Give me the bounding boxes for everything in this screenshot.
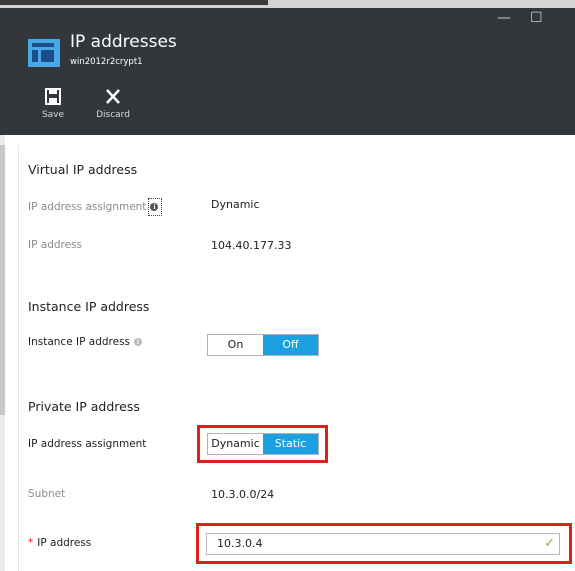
instance-ip-row: Instance IP address i: [28, 336, 143, 348]
maximize-icon[interactable]: ☐: [530, 10, 543, 26]
page-title: IP addresses: [70, 32, 177, 52]
virtual-ip-assignment-value: Dynamic: [211, 198, 260, 211]
private-ip-address-label: IP address: [37, 537, 92, 549]
private-ip-address-row: * IP address: [28, 537, 91, 549]
discard-button[interactable]: Discard: [90, 88, 136, 120]
scrollbar[interactable]: [0, 135, 5, 571]
blade-icon-left-panel: [32, 50, 38, 62]
virtual-ip-address-label: IP address: [28, 239, 83, 251]
top-strip: [0, 0, 575, 8]
virtual-ip-assignment-row: IP address assignment i: [28, 198, 163, 216]
save-label: Save: [41, 110, 65, 120]
blade-icon-top-panel: [32, 43, 54, 47]
scrollbar-thumb[interactable]: [0, 145, 5, 415]
instance-ip-section-title: Instance IP address: [28, 299, 150, 314]
instance-ip-toggle[interactable]: On Off: [207, 334, 319, 356]
instance-ip-label: Instance IP address: [28, 336, 131, 348]
instance-ip-on-option[interactable]: On: [208, 335, 263, 355]
content-divider: [18, 145, 19, 571]
info-icon-focus[interactable]: i: [148, 198, 163, 216]
discard-label: Discard: [96, 110, 130, 120]
private-ip-assignment-toggle[interactable]: Dynamic Static: [207, 433, 319, 455]
minimize-icon[interactable]: —: [497, 10, 511, 26]
required-marker: *: [28, 537, 34, 549]
virtual-ip-address-value: 104.40.177.33: [211, 239, 292, 252]
save-button[interactable]: Save: [30, 88, 76, 120]
top-strip-dark: [0, 0, 268, 5]
ip-address-input[interactable]: 10.3.0.4 ✓: [206, 533, 560, 555]
blade-header: IP addresses win2012r2crypt1 — ☐ Save Di…: [0, 8, 575, 135]
info-icon[interactable]: i: [134, 338, 143, 346]
valid-check-icon: ✓: [544, 536, 555, 551]
subnet-label: Subnet: [28, 488, 66, 500]
private-ip-dynamic-option[interactable]: Dynamic: [208, 434, 263, 454]
blade-icon: [28, 39, 60, 67]
discard-icon: [106, 89, 120, 104]
info-icon: i: [150, 203, 159, 211]
private-ip-assignment-label: IP address assignment: [28, 438, 147, 450]
private-ip-static-option[interactable]: Static: [263, 434, 318, 454]
virtual-ip-section-title: Virtual IP address: [28, 162, 138, 177]
save-icon: [45, 88, 61, 105]
subnet-value: 10.3.0.0/24: [211, 488, 275, 501]
private-ip-section-title: Private IP address: [28, 399, 140, 414]
page-subtitle: win2012r2crypt1: [70, 57, 143, 67]
blade-icon-main-panel: [41, 50, 54, 62]
virtual-ip-assignment-label: IP address assignment: [28, 201, 147, 213]
instance-ip-off-option[interactable]: Off: [263, 335, 318, 355]
ip-address-input-value: 10.3.0.4: [217, 537, 263, 550]
